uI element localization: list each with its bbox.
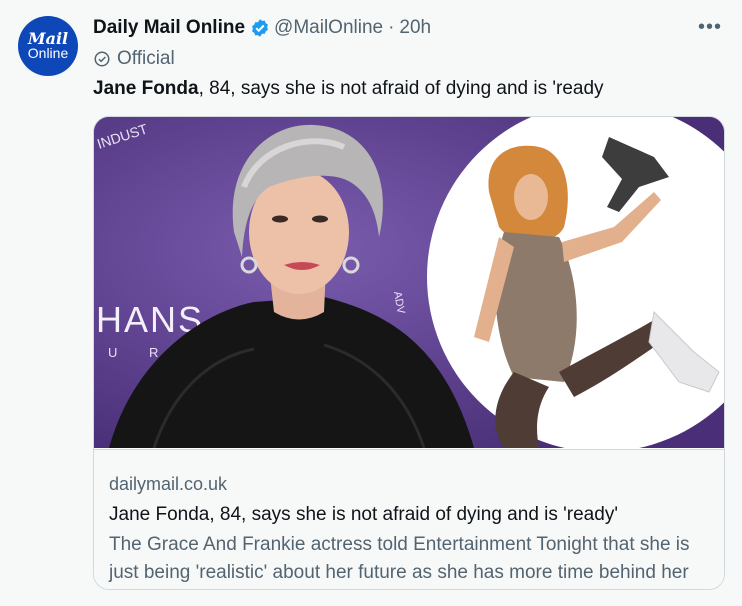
tweet-text: Jane Fonda, 84, says she is not afraid o… [93,78,604,100]
link-preview-card[interactable]: INDUST HANS U R E ADV dailymail.co.uk Ja… [93,116,725,590]
official-label: Official [93,48,175,70]
tweet-header: Daily Mail Online @MailOnline · 20h [93,17,431,39]
official-text: Official [117,48,175,69]
account-handle[interactable]: @MailOnline [274,17,383,39]
avatar[interactable]: Mail Online [18,16,78,76]
avatar-logo-line1: Mail [27,29,69,48]
tweet-text-rest: , 84, says she is not afraid of dying an… [198,78,604,99]
more-options-icon[interactable]: ••• [698,16,722,39]
account-name[interactable]: Daily Mail Online [93,17,245,39]
verified-badge-icon [250,18,270,38]
card-title: Jane Fonda, 84, says she is not afraid o… [109,504,618,525]
card-image-illustration: INDUST HANS U R E ADV [94,117,724,448]
official-check-icon [94,51,110,67]
tweet-timestamp[interactable]: 20h [399,17,431,39]
tweet-text-bold: Jane Fonda [93,78,199,99]
card-description: The Grace And Frankie actress told Enter… [109,534,690,583]
tweet[interactable]: Mail Online Daily Mail Online @MailOnlin… [0,0,742,606]
card-domain: dailymail.co.uk [109,474,228,494]
card-image[interactable]: INDUST HANS U R E ADV [94,117,724,448]
separator-dot: · [388,17,395,38]
card-info[interactable]: dailymail.co.uk Jane Fonda, 84, says she… [94,449,724,589]
avatar-logo-line2: Online [27,45,69,61]
